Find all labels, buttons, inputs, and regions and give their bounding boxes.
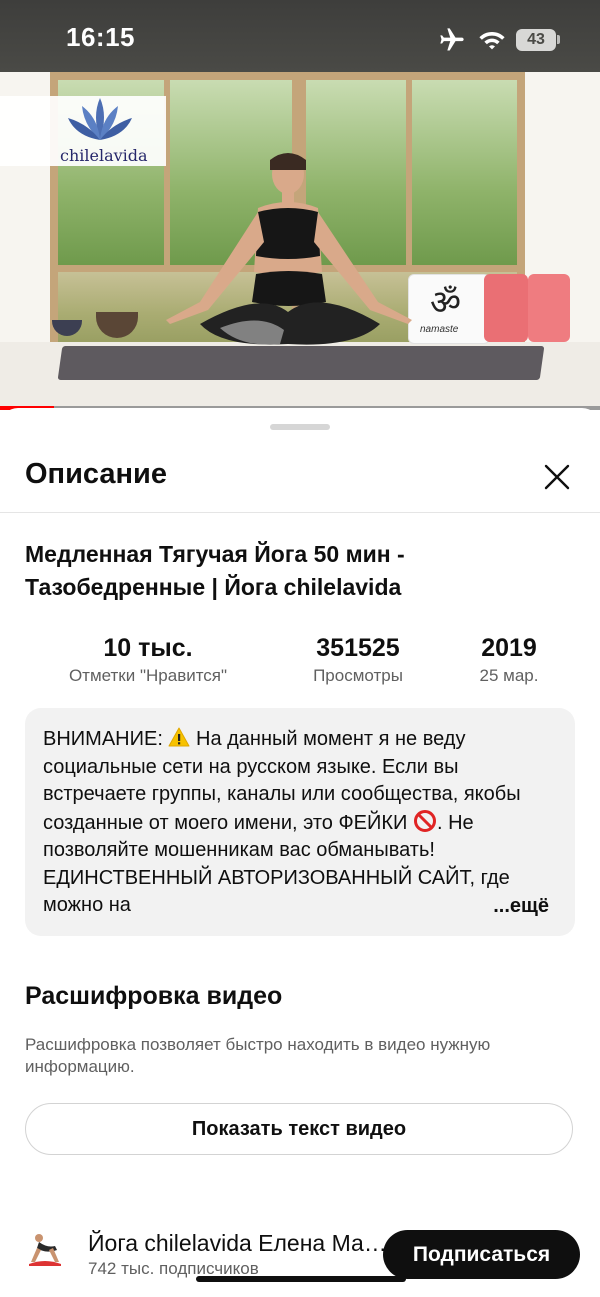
description-box[interactable]: ВНИМАНИЕ: На данный момент я не веду соц… xyxy=(25,708,575,936)
status-time: 16:15 xyxy=(66,22,135,52)
channel-avatar[interactable] xyxy=(25,1228,65,1268)
video-player[interactable]: ॐ namaste chilelavida xyxy=(0,72,600,410)
stat-likes: 10 тыс. Отметки "Нравится" xyxy=(48,632,248,688)
video-title: Медленная Тягучая Йога 50 мин - Тазобедр… xyxy=(25,541,405,600)
stat-views-label: Просмотры xyxy=(313,666,403,685)
channel-name[interactable]: Йога chilelavida Елена Малова xyxy=(88,1230,388,1257)
wifi-icon xyxy=(479,32,505,50)
show-more-link[interactable]: ...ещё xyxy=(433,892,549,920)
battery-tip xyxy=(557,35,560,44)
stat-views-value: 351525 xyxy=(316,634,400,662)
stat-likes-label: Отметки "Нравится" xyxy=(68,666,228,685)
warning-icon xyxy=(168,727,190,747)
prohibited-icon xyxy=(413,809,436,832)
transcript-subtitle: Расшифровка позволяет быстро находить в … xyxy=(25,1035,491,1076)
sheet-title: Описание xyxy=(25,458,167,490)
subscribe-button[interactable]: Подписаться xyxy=(383,1230,580,1279)
airplane-icon xyxy=(440,28,464,51)
pillow-label: namaste xyxy=(420,324,459,335)
drag-handle[interactable] xyxy=(270,424,330,430)
svg-text:ॐ: ॐ xyxy=(430,283,461,322)
stat-date: 2019 25 мар. xyxy=(464,632,554,688)
transcript-title: Расшифровка видео xyxy=(25,982,283,1010)
stat-views: 351525 Просмотры xyxy=(290,632,426,688)
stat-date-day: 25 мар. xyxy=(479,666,539,685)
instructor-figure xyxy=(166,153,412,345)
logo-text: chilelavida xyxy=(60,146,148,165)
show-transcript-button[interactable]: Показать текст видео xyxy=(25,1103,573,1155)
battery-level: 43 xyxy=(527,31,545,48)
status-bar: 16:15 43 xyxy=(0,0,600,72)
description-sheet: Описание Медленная Тягучая Йога 50 мин -… xyxy=(0,408,600,1297)
om-symbol-icon: ॐ xyxy=(430,283,461,322)
divider xyxy=(0,512,600,513)
pillow-red xyxy=(484,274,528,342)
stat-date-year: 2019 xyxy=(481,634,537,662)
stat-likes-value: 10 тыс. xyxy=(103,634,193,662)
lotus-logo-icon xyxy=(68,98,132,140)
pillow-red-2 xyxy=(528,274,570,342)
close-icon[interactable] xyxy=(540,460,574,494)
home-indicator xyxy=(196,1276,406,1282)
description-part-1: ВНИМАНИЕ: xyxy=(43,728,169,750)
